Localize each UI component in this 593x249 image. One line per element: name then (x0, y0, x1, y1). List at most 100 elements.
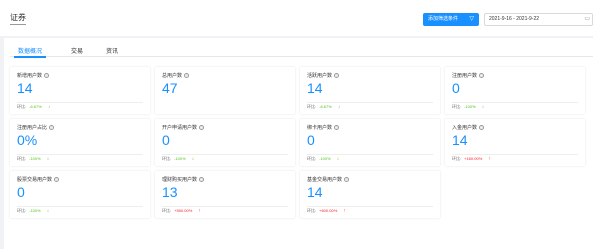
metric-value: 13 (162, 184, 178, 200)
help-icon[interactable]: ? (199, 125, 205, 131)
metric-value: 0% (17, 132, 38, 148)
metric-label-text: 开户申请用户数 (162, 125, 198, 131)
metric-card: 基金交易用户数? 14 环比: +600.00% ↑ (300, 171, 440, 218)
arrow-down-icon: ↓ (337, 104, 341, 110)
change-label: 环比 (162, 156, 170, 161)
metric-label-text: 基金交易用户数 (307, 177, 343, 183)
metric-value: 14 (452, 132, 468, 148)
metric-card: 入金用户数? 14 环比: +160.00% ↑ (445, 119, 585, 166)
change-label: 环比 (162, 208, 170, 213)
arrow-up-icon: ↑ (198, 208, 201, 214)
metric-label: 基金交易用户数? (307, 176, 350, 183)
metric-change: 环比: +600.00% ↑ (307, 208, 346, 214)
change-separator: : (25, 156, 27, 161)
tab-news[interactable]: 资讯 (106, 46, 118, 55)
metric-card: 理财购买用户数? 13 环比: +550.00% ↑ (155, 171, 295, 218)
help-icon[interactable]: ? (54, 177, 60, 183)
calendar-icon: ▭ (584, 16, 590, 22)
metric-card: 新增用户数? 14 环比: -6.67% ↓ (10, 67, 150, 114)
arrow-down-icon: ↓ (47, 104, 51, 110)
change-label: 环比 (17, 104, 25, 109)
metric-change: 环比: -100% ↓ (307, 156, 339, 162)
metric-change: 环比: -6.67% ↓ (307, 104, 340, 110)
metric-label: 理财购买用户数? (162, 176, 205, 183)
card-divider (307, 154, 433, 155)
metric-label: 注册用户占比? (17, 124, 55, 131)
change-label: 环比 (452, 104, 460, 109)
help-icon[interactable]: ? (334, 73, 340, 79)
metric-card: 注册用户数? 0 环比: -100% ↓ (445, 67, 585, 114)
change-percent: -100% (29, 208, 41, 213)
metric-change: 环比: -100% ↓ (17, 156, 49, 162)
help-icon[interactable]: ? (199, 177, 205, 183)
change-label: 环比 (17, 156, 25, 161)
metric-label-text: 绑卡用户数 (307, 125, 333, 131)
change-separator: : (315, 208, 317, 213)
help-icon[interactable]: ? (479, 73, 485, 79)
add-filter-label: 添加筛选条件 (428, 16, 459, 22)
metric-value: 14 (17, 80, 33, 96)
tab-trade[interactable]: 交易 (71, 46, 83, 55)
tab-data-overview[interactable]: 数据概况 (13, 46, 47, 58)
metric-label: 活跃用户数? (307, 72, 340, 79)
add-filter-button[interactable]: 添加筛选条件 ▽ (423, 13, 479, 26)
metric-card: 注册用户占比? 0% 环比: -100% ↓ (10, 119, 150, 166)
change-percent: -100% (319, 156, 331, 161)
metric-label-text: 注册用户占比 (17, 125, 48, 131)
arrow-up-icon: ↑ (343, 208, 346, 214)
metric-label-text: 注册用户数 (452, 73, 478, 79)
date-range-value: 2021-9-16 - 2021-9-22 (489, 16, 540, 22)
change-percent: -100% (29, 156, 41, 161)
metric-card: 活跃用户数? 14 环比: -6.67% ↓ (300, 67, 440, 114)
main-content: 数据概况 交易 资讯 新增用户数? 14 环比: -6.67% ↓ 总用户数? 47 活跃用户… (4, 38, 593, 249)
arrow-down-icon: ↓ (336, 156, 340, 162)
arrow-down-icon: ↓ (46, 156, 50, 162)
metric-card: 绑卡用户数? 0 环比: -100% ↓ (300, 119, 440, 166)
metric-value: 0 (452, 80, 460, 96)
change-separator: : (460, 104, 462, 109)
date-range-picker[interactable]: 2021-9-16 - 2021-9-22 ▭ (484, 13, 593, 26)
metric-value: 0 (307, 132, 315, 148)
card-divider (307, 102, 433, 103)
arrow-down-icon: ↓ (191, 156, 195, 162)
filter-icon: ▽ (469, 16, 474, 22)
arrow-down-icon: ↓ (481, 104, 485, 110)
help-icon[interactable]: ? (184, 73, 190, 79)
help-icon[interactable]: ? (344, 177, 350, 183)
arrow-down-icon: ↓ (46, 208, 50, 214)
metric-value: 14 (307, 80, 323, 96)
card-divider (162, 154, 288, 155)
change-separator: : (25, 208, 27, 213)
metric-label: 总用户数? (162, 72, 190, 79)
page-title: 证券 (10, 12, 26, 25)
change-label: 环比 (452, 156, 460, 161)
card-divider (452, 102, 578, 103)
metric-change: 环比: +160.00% ↑ (452, 156, 491, 162)
metric-value: 47 (162, 80, 178, 96)
card-divider (17, 206, 143, 207)
metric-label-text: 入金用户数 (452, 125, 478, 131)
metric-card: 总用户数? 47 (155, 67, 295, 114)
metric-label: 注册用户数? (452, 72, 485, 79)
metric-change: 环比: -6.67% ↓ (17, 104, 50, 110)
metric-value: 0 (17, 184, 25, 200)
metric-label: 入金用户数? (452, 124, 485, 131)
change-separator: : (25, 104, 27, 109)
card-divider (17, 102, 143, 103)
metric-value: 0 (162, 132, 170, 148)
card-divider (307, 206, 433, 207)
change-percent: +600.00% (319, 208, 338, 213)
change-label: 环比 (307, 104, 315, 109)
change-percent: -100% (174, 156, 186, 161)
metric-label-text: 活跃用户数 (307, 73, 333, 79)
help-icon[interactable]: ? (44, 73, 50, 79)
help-icon[interactable]: ? (334, 125, 340, 131)
metric-label: 股票交易用户数? (17, 176, 60, 183)
change-separator: : (460, 156, 462, 161)
help-icon[interactable]: ? (479, 125, 485, 131)
help-icon[interactable]: ? (49, 125, 55, 131)
change-percent: -6.67% (29, 104, 42, 109)
metric-change: 环比: -100% ↓ (17, 208, 49, 214)
metric-label-text: 理财购买用户数 (162, 177, 198, 183)
metric-card: 开户申请用户数? 0 环比: -100% ↓ (155, 119, 295, 166)
